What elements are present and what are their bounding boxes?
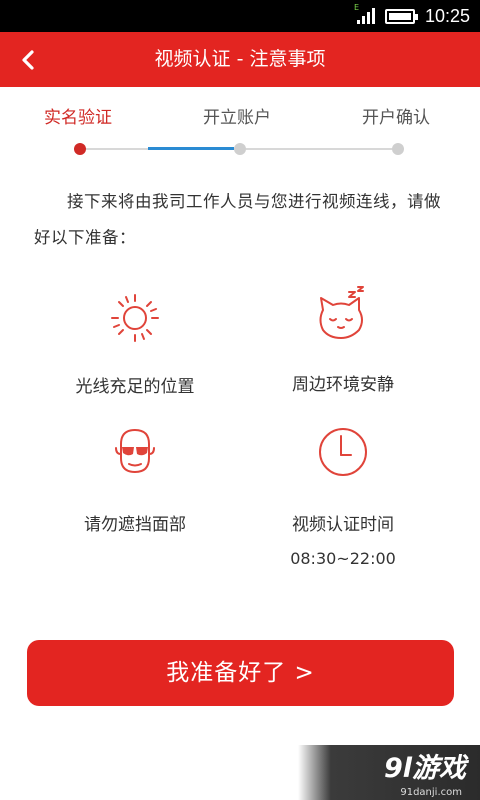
watermark-brand: 9l游戏: [383, 753, 466, 784]
step-dot-2: [234, 143, 246, 155]
page-title: 视频认证 - 注意事项: [154, 48, 326, 70]
sleeping-cat-icon: [319, 286, 364, 339]
signal-icon: E: [354, 3, 375, 24]
step-dot-3: [392, 143, 404, 155]
title-bar: 视频认证 - 注意事项: [0, 32, 480, 87]
status-icons: E 10:25: [354, 3, 470, 27]
progress-track-active: [148, 147, 234, 150]
tip-face: 请勿遮挡面部: [35, 424, 235, 535]
network-type-label: E: [353, 3, 360, 12]
tip-label: 周边环境安静: [292, 375, 394, 395]
progress-track: [86, 148, 148, 150]
tip-quiet: 周边环境安静: [243, 286, 443, 395]
progress-track: [246, 148, 392, 150]
sunglasses-face-icon: [115, 428, 155, 474]
tip-lighting: 光线充足的位置: [35, 290, 235, 397]
tip-schedule: 视频认证时间 08:30~22:00: [243, 424, 443, 568]
intro-text: 接下来将由我司工作人员与您进行视频连线，请做好以下准备：: [34, 192, 441, 247]
status-bar: E 10:25: [0, 0, 480, 32]
clock-icon: [319, 428, 367, 476]
status-time: 10:25: [424, 5, 470, 26]
tip-label: 光线充足的位置: [75, 377, 195, 397]
watermark: 9l游戏 91danji.com: [298, 745, 480, 800]
sun-icon: [111, 294, 159, 342]
ready-button[interactable]: 我准备好了 >: [27, 640, 454, 706]
step-dot-1: [74, 143, 86, 155]
tip-label: 视频认证时间: [292, 515, 394, 535]
step-label-confirm: 开户确认: [362, 108, 430, 128]
tip-label: 请勿遮挡面部: [84, 515, 186, 535]
step-label-verify: 实名验证: [44, 108, 112, 128]
battery-icon: [384, 8, 418, 24]
step-label-open-account: 开立账户: [203, 108, 271, 128]
verification-hours: 08:30~22:00: [290, 549, 396, 568]
progress-steps: 实名验证 开立账户 开户确认: [0, 87, 480, 172]
watermark-url: 91danji.com: [400, 787, 462, 798]
